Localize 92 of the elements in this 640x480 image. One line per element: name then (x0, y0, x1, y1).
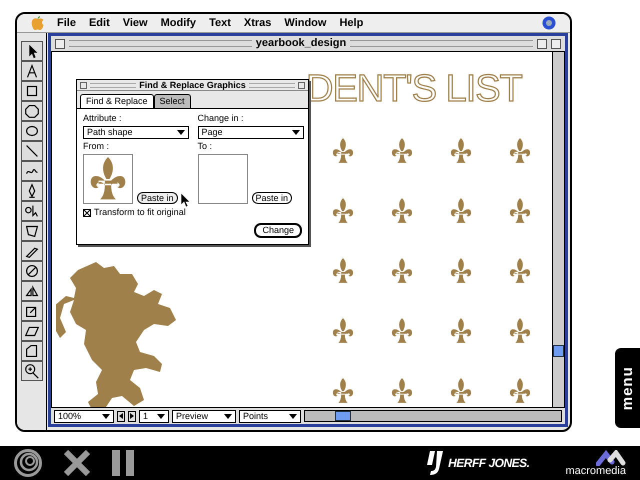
menu-item[interactable]: Xtras (244, 14, 272, 32)
caret-icon (292, 130, 300, 135)
field-label: Attribute : (83, 114, 123, 123)
rectangle-icon[interactable] (20, 81, 42, 101)
fleur-de-lis-icon (509, 138, 531, 164)
dialog-tab[interactable]: Select (154, 94, 191, 108)
units-dropdown[interactable]: Points (239, 410, 301, 422)
scroll-thumb[interactable] (335, 411, 351, 421)
next-page-icon[interactable] (128, 410, 136, 422)
window-title: yearbook_design (256, 36, 346, 52)
page-number-dropdown[interactable]: 1 (139, 410, 169, 422)
fleur-de-lis-icon (332, 138, 354, 164)
fleur-de-lis-icon (509, 318, 531, 344)
mouse-pointer-icon (181, 193, 191, 207)
freehand-icon[interactable] (20, 161, 42, 181)
help-globe-icon[interactable] (542, 16, 556, 30)
field-label: To : (198, 142, 214, 151)
pause-icon[interactable] (112, 450, 134, 476)
vertical-scrollbar[interactable] (552, 52, 564, 407)
paste-in-button[interactable]: Paste in (252, 192, 292, 204)
change-in-dropdown[interactable]: Page (198, 126, 304, 139)
pen-icon[interactable] (20, 181, 42, 201)
brand-logo-icon (426, 451, 444, 475)
maker-name: macromedia (565, 466, 626, 476)
horizontal-scrollbar[interactable] (304, 410, 562, 422)
menu-tab[interactable]: menu (615, 348, 640, 428)
menu-item[interactable]: Text (209, 14, 231, 32)
spiral-icon[interactable] (14, 449, 42, 477)
reflect-icon[interactable] (20, 281, 42, 301)
menu-item[interactable]: File (57, 14, 76, 32)
caret-icon (102, 414, 110, 418)
text-tool-icon[interactable] (20, 61, 42, 81)
title-bar-stripes (248, 82, 295, 88)
close-box-icon[interactable] (80, 82, 87, 88)
fleur-de-lis-icon (89, 157, 127, 201)
fleur-de-lis-icon (332, 378, 354, 404)
brand-name: HERFF JONES. (448, 455, 530, 472)
attribute-dropdown[interactable]: Path shape (83, 126, 189, 139)
fleur-de-lis-icon (332, 198, 354, 224)
field-label: Change in : (198, 114, 245, 123)
zoom-box-icon[interactable] (537, 38, 548, 48)
caret-icon (177, 130, 185, 135)
fleur-de-lis-icon (509, 258, 531, 284)
bezigon-icon[interactable] (20, 221, 42, 241)
fleur-de-lis-icon (391, 138, 413, 164)
trace-icon[interactable] (20, 341, 42, 361)
menu-item[interactable]: View (122, 14, 148, 32)
fleur-de-lis-icon (450, 378, 472, 404)
subselect-icon[interactable] (20, 201, 42, 221)
collapse-box-icon[interactable] (551, 38, 562, 48)
scroll-thumb[interactable] (553, 345, 564, 357)
collapse-box-icon[interactable] (298, 82, 305, 88)
caret-icon (157, 414, 165, 418)
caret-icon (224, 414, 232, 418)
knife-icon[interactable] (20, 241, 42, 261)
fleur-de-lis-icon (509, 378, 531, 404)
dialog-title: Find & Replace Graphics (139, 80, 246, 90)
fleur-de-lis-icon (450, 258, 472, 284)
checkbox-label: Transform to fit original (94, 208, 186, 217)
checkbox[interactable] (83, 208, 91, 216)
dialog-tab[interactable]: Find & Replace (80, 94, 154, 108)
fleur-de-lis-icon (450, 198, 472, 224)
scale-icon[interactable] (20, 301, 42, 321)
change-button[interactable]: Change (254, 223, 302, 238)
to-preview-well (198, 154, 248, 204)
title-bar-stripes (90, 82, 136, 88)
fleur-de-lis-icon (509, 198, 531, 224)
fleur-de-lis-icon (391, 318, 413, 344)
menu-item[interactable]: Window (284, 14, 326, 32)
zoom-icon[interactable] (20, 361, 42, 381)
close-box-icon[interactable] (55, 38, 65, 48)
paste-in-button[interactable]: Paste in (137, 192, 178, 204)
polygon-icon[interactable] (20, 101, 42, 121)
caret-icon (289, 414, 297, 418)
fleur-de-lis-icon (391, 198, 413, 224)
macromedia-logo-icon (596, 450, 626, 466)
close-icon[interactable] (64, 450, 90, 476)
view-mode-dropdown[interactable]: Preview (172, 410, 236, 422)
skew-icon[interactable] (20, 321, 42, 341)
fleur-de-lis-icon (332, 258, 354, 284)
previous-page-icon[interactable] (117, 410, 125, 422)
pointer-icon[interactable] (20, 41, 42, 61)
menu-item[interactable]: Modify (160, 14, 196, 32)
fleur-de-lis-icon (391, 258, 413, 284)
fleur-de-lis-icon (450, 318, 472, 344)
fleur-de-lis-icon (332, 318, 354, 344)
menu-item[interactable]: Edit (88, 14, 110, 32)
menu-item[interactable]: Help (339, 14, 364, 32)
field-label: From : (83, 142, 110, 151)
fleur-de-lis-icon (391, 378, 413, 404)
zoom-dropdown[interactable]: 100% (54, 410, 114, 422)
fleur-de-lis-icon (450, 138, 472, 164)
